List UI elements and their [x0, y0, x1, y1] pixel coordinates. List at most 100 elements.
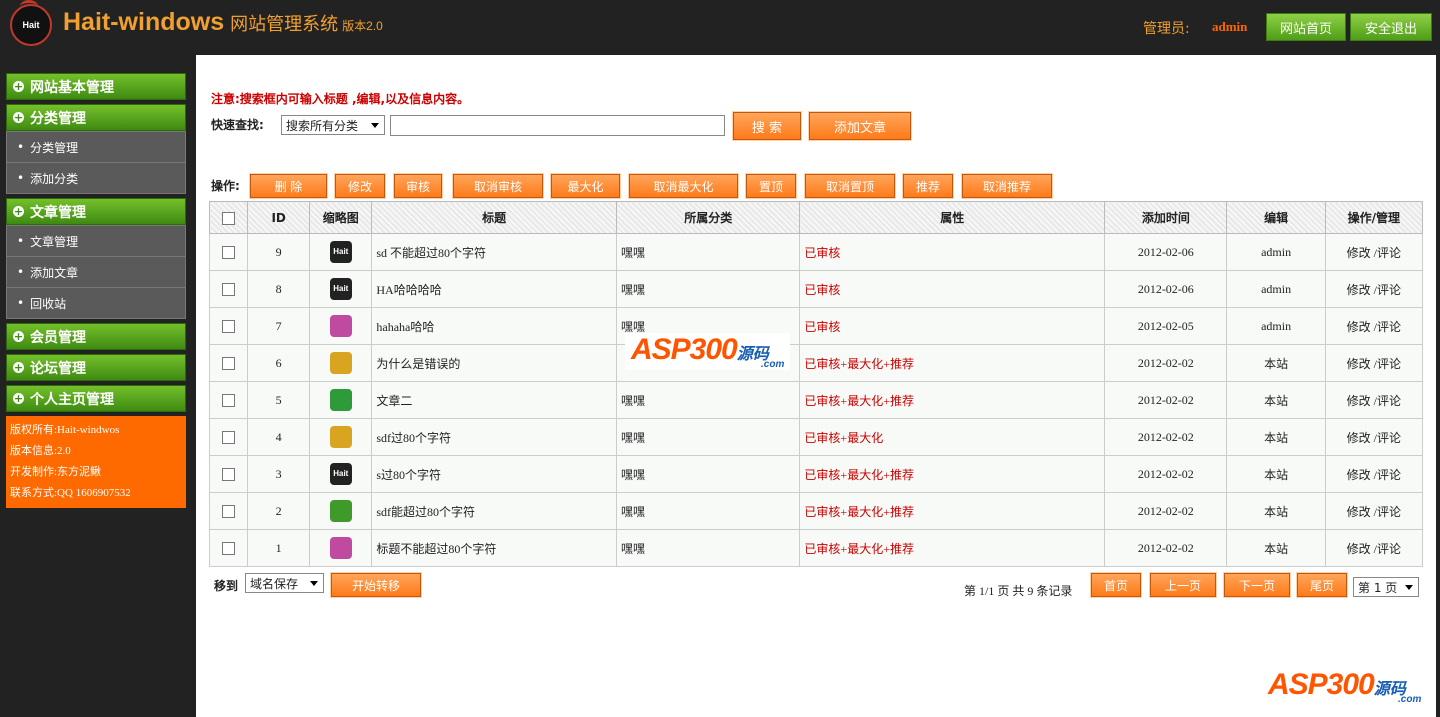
delete-button[interactable]: 删 除 [249, 173, 328, 199]
row-checkbox[interactable] [222, 394, 236, 408]
search-notice: 注意:搜索框内可输入标题 ,编辑,以及信息内容。 [211, 92, 470, 106]
row-edit-link[interactable]: 修改 [1347, 246, 1371, 260]
col-header: 属性 [799, 201, 1106, 234]
row-editor: 本站 [1226, 344, 1326, 382]
row-comment-link[interactable]: 评论 [1377, 394, 1401, 408]
row-date: 2012-02-06 [1104, 233, 1228, 271]
logout-button[interactable]: 安全退出 [1350, 13, 1432, 41]
row-checkbox[interactable] [222, 542, 236, 556]
row-edit-link[interactable]: 修改 [1347, 283, 1371, 297]
table-row: 5 文章二 嘿嘿 已审核+最大化+推荐 2012-02-02 本站 修改 /评论 [208, 381, 1424, 419]
row-edit-link[interactable]: 修改 [1347, 468, 1371, 482]
menu-member[interactable]: + 会员管理 [6, 323, 186, 350]
row-checkbox[interactable] [222, 246, 236, 260]
row-date: 2012-02-06 [1104, 270, 1228, 308]
menu-category[interactable]: + 分类管理 [6, 104, 186, 131]
row-edit-link[interactable]: 修改 [1347, 320, 1371, 334]
row-comment-link[interactable]: 评论 [1377, 246, 1401, 260]
col-header: 缩略图 [309, 201, 373, 234]
row-edit-link[interactable]: 修改 [1347, 357, 1371, 371]
site-home-button[interactable]: 网站首页 [1266, 13, 1346, 41]
row-title[interactable]: hahaha哈哈 [371, 307, 617, 345]
row-checkbox[interactable] [222, 283, 236, 297]
sidebar-item-category-manage[interactable]: • 分类管理 [7, 132, 185, 163]
select-all-checkbox[interactable] [222, 211, 236, 225]
add-article-button[interactable]: 添加文章 [808, 111, 912, 141]
unpin-button[interactable]: 取消置顶 [804, 173, 896, 199]
row-edit-link[interactable]: 修改 [1347, 394, 1371, 408]
table-row: 8 Hait HA哈哈哈哈 嘿嘿 已审核 2012-02-06 admin 修改 /评论 [208, 270, 1424, 308]
maximize-button[interactable]: 最大化 [550, 173, 621, 199]
row-comment-link[interactable]: 评论 [1377, 431, 1401, 445]
recommend-button[interactable]: 推荐 [902, 173, 954, 199]
row-comment-link[interactable]: 评论 [1377, 542, 1401, 556]
expand-icon: + [13, 80, 24, 93]
page-select[interactable]: 第 1 页 [1353, 577, 1419, 597]
next-page-button[interactable]: 下一页 [1223, 572, 1291, 598]
row-checkbox[interactable] [222, 431, 236, 445]
last-page-button[interactable]: 尾页 [1296, 572, 1348, 598]
row-comment-link[interactable]: 评论 [1377, 320, 1401, 334]
sidebar-item-recycle-bin[interactable]: • 回收站 [7, 288, 185, 318]
dropdown-arrow-icon [371, 123, 379, 128]
row-editor: 本站 [1226, 529, 1326, 567]
row-checkbox[interactable] [222, 357, 236, 371]
watermark-center: ASP300源码 .com [625, 333, 791, 370]
modify-button[interactable]: 修改 [334, 173, 386, 199]
menu-article[interactable]: + 文章管理 [6, 198, 186, 225]
col-header: 标题 [371, 201, 617, 234]
search-input[interactable] [390, 115, 725, 136]
row-select-cell [208, 270, 249, 308]
menu-personal-page[interactable]: + 个人主页管理 [6, 385, 186, 412]
sidebar-item-article-manage[interactable]: • 文章管理 [7, 226, 185, 257]
table-row: 4 sdf过80个字符 嘿嘿 已审核+最大化 2012-02-02 本站 修改 /评论 [208, 418, 1424, 456]
row-thumb-cell: Hait [309, 270, 373, 308]
folder-thumbnail-icon [329, 352, 352, 374]
start-move-button[interactable]: 开始转移 [330, 572, 422, 598]
row-edit-link[interactable]: 修改 [1347, 505, 1371, 519]
row-title[interactable]: sd 不能超过80个字符 [371, 233, 617, 271]
main-panel: 注意:搜索框内可输入标题 ,编辑,以及信息内容。 快速查找: 搜索所有分类 搜 … [196, 55, 1436, 717]
first-page-button[interactable]: 首页 [1090, 572, 1142, 598]
move-target-select[interactable]: 域名保存 [245, 573, 324, 593]
unmaximize-button[interactable]: 取消最大化 [628, 173, 739, 199]
sidebar-item-add-article[interactable]: • 添加文章 [7, 257, 185, 288]
row-comment-link[interactable]: 评论 [1377, 283, 1401, 297]
row-title[interactable]: 标题不能超过80个字符 [371, 529, 617, 567]
row-checkbox[interactable] [222, 320, 236, 334]
pin-button[interactable]: 置顶 [745, 173, 797, 199]
row-edit-link[interactable]: 修改 [1347, 542, 1371, 556]
row-title[interactable]: 为什么是错误的 [371, 344, 617, 382]
row-checkbox[interactable] [222, 468, 236, 482]
copyright-info: 版权所有:Hait-windwos 版本信息:2.0 开发制作:东方泥鳅 联系方… [6, 416, 186, 508]
prev-page-button[interactable]: 上一页 [1149, 572, 1217, 598]
row-comment-link[interactable]: 评论 [1377, 468, 1401, 482]
row-comment-link[interactable]: 评论 [1377, 357, 1401, 371]
row-comment-link[interactable]: 评论 [1377, 505, 1401, 519]
search-button[interactable]: 搜 索 [732, 111, 802, 141]
row-title[interactable]: s过80个字符 [371, 455, 617, 493]
row-attributes: 已审核+最大化+推荐 [799, 381, 1106, 419]
row-attributes: 已审核+最大化+推荐 [799, 344, 1106, 382]
approve-button[interactable]: 审核 [393, 173, 443, 199]
unapprove-button[interactable]: 取消审核 [452, 173, 544, 199]
quick-search-label: 快速查找: [211, 118, 264, 132]
row-id: 1 [247, 529, 311, 567]
row-checkbox[interactable] [222, 505, 236, 519]
row-title[interactable]: sdf过80个字符 [371, 418, 617, 456]
menu-site-basic[interactable]: + 网站基本管理 [6, 73, 186, 100]
unrecommend-button[interactable]: 取消推荐 [961, 173, 1053, 199]
row-category: 嘿嘿 [615, 270, 801, 308]
row-edit-link[interactable]: 修改 [1347, 431, 1371, 445]
category-select[interactable]: 搜索所有分类 [281, 115, 385, 135]
operations-label: 操作: [211, 179, 240, 193]
row-title[interactable]: 文章二 [371, 381, 617, 419]
row-title[interactable]: HA哈哈哈哈 [371, 270, 617, 308]
expand-icon: + [13, 361, 24, 374]
table-row: 9 Hait sd 不能超过80个字符 嘿嘿 已审核 2012-02-06 admin 修改 … [208, 233, 1424, 271]
sidebar-item-add-category[interactable]: • 添加分类 [7, 163, 185, 193]
col-header: ID [247, 201, 311, 234]
table-row: 3 Hait s过80个字符 嘿嘿 已审核+最大化+推荐 2012-02-02 本站 修改 /… [208, 455, 1424, 493]
row-title[interactable]: sdf能超过80个字符 [371, 492, 617, 530]
menu-forum[interactable]: + 论坛管理 [6, 354, 186, 381]
